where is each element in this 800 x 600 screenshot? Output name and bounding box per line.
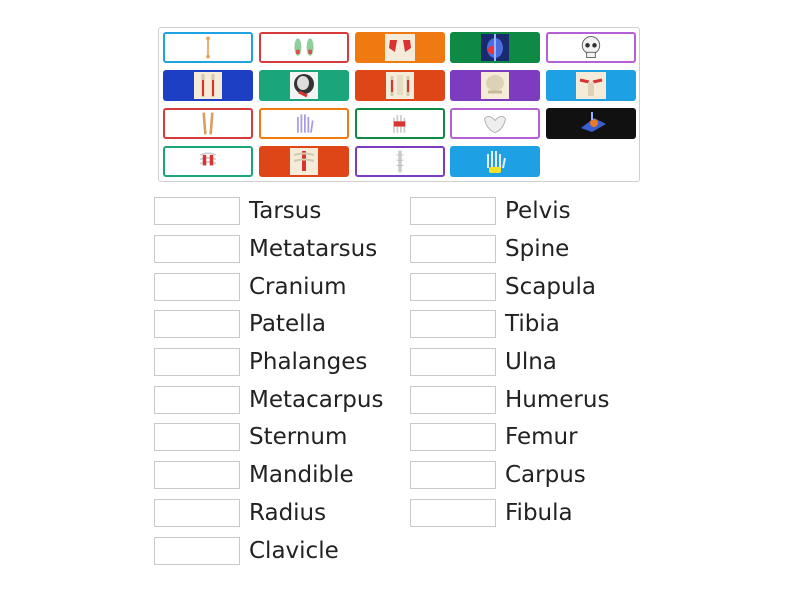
drop-slot[interactable] [154, 235, 240, 263]
bone-label: Clavicle [249, 538, 339, 564]
hand-red-tile[interactable] [355, 108, 445, 139]
chest-icon [290, 148, 318, 175]
hand-tile[interactable] [259, 108, 349, 139]
drop-slot[interactable] [154, 197, 240, 225]
hand-red-icon [389, 111, 411, 136]
pelvis-tile[interactable] [450, 108, 540, 139]
patella-tile[interactable] [450, 32, 540, 63]
drop-slot[interactable] [154, 310, 240, 338]
cranium-tile[interactable] [546, 32, 636, 63]
spine-icon [392, 149, 408, 174]
drop-slot[interactable] [410, 461, 496, 489]
legs-tile[interactable] [163, 70, 253, 101]
bone-label: Pelvis [505, 198, 571, 224]
drop-slot[interactable] [154, 423, 240, 451]
bone-label: Humerus [505, 387, 610, 413]
long-bone-icon [198, 35, 218, 60]
drop-slot[interactable] [154, 348, 240, 376]
bone-label: Metatarsus [249, 236, 378, 262]
feet-icon [294, 38, 314, 56]
bone-label: Metacarpus [249, 387, 384, 413]
femur-tile[interactable] [163, 32, 253, 63]
clavicle-tile[interactable] [546, 70, 636, 101]
drop-slot[interactable] [154, 537, 240, 565]
drop-slot[interactable] [154, 461, 240, 489]
drop-slot[interactable] [154, 499, 240, 527]
knee-xray-icon [481, 34, 509, 61]
skull-icon [581, 36, 601, 58]
bone-label: Sternum [249, 424, 348, 450]
bone-label: Carpus [505, 462, 586, 488]
drop-slot[interactable] [410, 386, 496, 414]
shoulders-icon [576, 72, 606, 99]
bone-label: Tibia [505, 311, 560, 337]
foot-xray-icon [572, 110, 612, 137]
drop-slot[interactable] [410, 235, 496, 263]
sternum-tile[interactable] [259, 146, 349, 177]
drop-slot[interactable] [410, 310, 496, 338]
bone-label: Scapula [505, 274, 597, 300]
scapula-tile[interactable] [355, 32, 445, 63]
bone-label: Femur [505, 424, 578, 450]
wrist-icon [487, 151, 506, 173]
torso-red-icon [385, 34, 415, 61]
ribcage-icon [195, 149, 221, 174]
spine-tile[interactable] [355, 146, 445, 177]
hand-bones-icon [293, 111, 315, 136]
skeleton-legs-icon [194, 72, 222, 99]
drop-slot[interactable] [410, 348, 496, 376]
bone-label: Spine [505, 236, 570, 262]
hip-tile[interactable] [450, 70, 540, 101]
leg-bones-icon [195, 111, 221, 136]
arms-tile[interactable] [355, 70, 445, 101]
drop-slot[interactable] [410, 197, 496, 225]
tibia-fibula-tile[interactable] [163, 108, 253, 139]
bone-label: Phalanges [249, 349, 368, 375]
torso-icon [481, 72, 509, 99]
skull-xray-tile[interactable] [259, 70, 349, 101]
bone-label: Fibula [505, 500, 573, 526]
pelvis-icon [481, 111, 509, 136]
drop-slot[interactable] [410, 273, 496, 301]
drop-slot[interactable] [154, 273, 240, 301]
skeleton-arms-icon [386, 72, 414, 99]
drop-slot[interactable] [410, 499, 496, 527]
feet-tile[interactable] [259, 32, 349, 63]
bone-label: Tarsus [249, 198, 322, 224]
bone-label: Mandible [249, 462, 354, 488]
bone-label: Ulna [505, 349, 557, 375]
wrist-tile[interactable] [450, 146, 540, 177]
foot-xray-tile[interactable] [546, 108, 636, 139]
bone-label: Patella [249, 311, 326, 337]
skull-xray-icon [290, 72, 318, 99]
bone-label: Radius [249, 500, 327, 526]
ribcage-tile[interactable] [163, 146, 253, 177]
drop-slot[interactable] [410, 423, 496, 451]
drop-slot[interactable] [154, 386, 240, 414]
bone-label: Cranium [249, 274, 347, 300]
